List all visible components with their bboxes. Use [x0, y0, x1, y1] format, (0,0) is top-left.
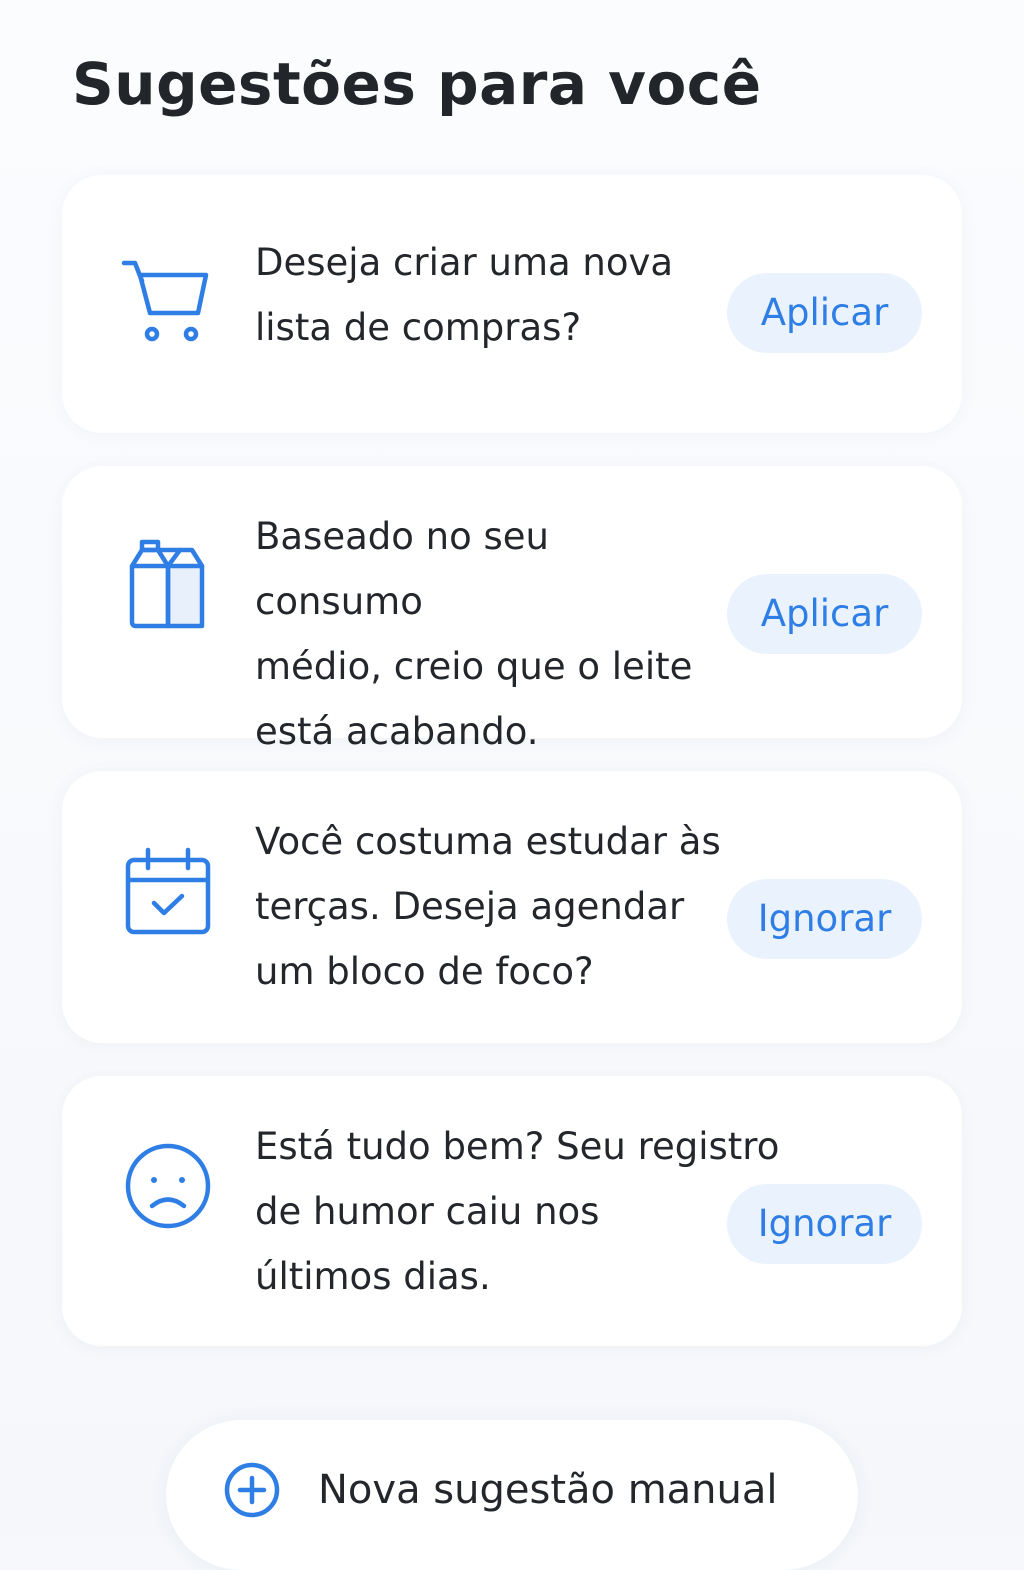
suggestion-card-milk: Baseado no seu consumo médio, creio que … [62, 466, 962, 753]
plus-circle-icon [222, 1460, 282, 1520]
sad-face-icon [120, 1138, 216, 1234]
ignore-button[interactable]: Ignorar [727, 879, 922, 959]
new-manual-suggestion-label: Nova sugestão manual [318, 1467, 778, 1513]
shopping-cart-icon [120, 255, 216, 351]
new-manual-suggestion-button[interactable]: Nova sugestão manual [166, 1420, 858, 1570]
suggestion-text: Você costuma estudar às terças. Deseja a… [255, 820, 721, 993]
apply-button[interactable]: Aplicar [727, 273, 922, 353]
apply-button[interactable]: Aplicar [727, 574, 922, 654]
suggestion-text: Baseado no seu consumo médio, creio que … [255, 515, 693, 753]
suggestion-card-study: Você costuma estudar às terças. Deseja a… [62, 771, 962, 1043]
suggestion-card-shopping-list: Deseja criar uma nova lista de compras? … [62, 175, 962, 433]
page-title: Sugestões para você [72, 50, 762, 118]
suggestion-card-mood: Está tudo bem? Seu registro de humor cai… [62, 1076, 962, 1346]
calendar-check-icon [120, 846, 216, 942]
suggestion-text: Deseja criar uma nova lista de compras? [255, 241, 674, 349]
ignore-button[interactable]: Ignorar [727, 1184, 922, 1264]
suggestions-screen: Sugestões para você Deseja criar uma nov… [0, 0, 1024, 1570]
milk-carton-icon [120, 536, 216, 632]
